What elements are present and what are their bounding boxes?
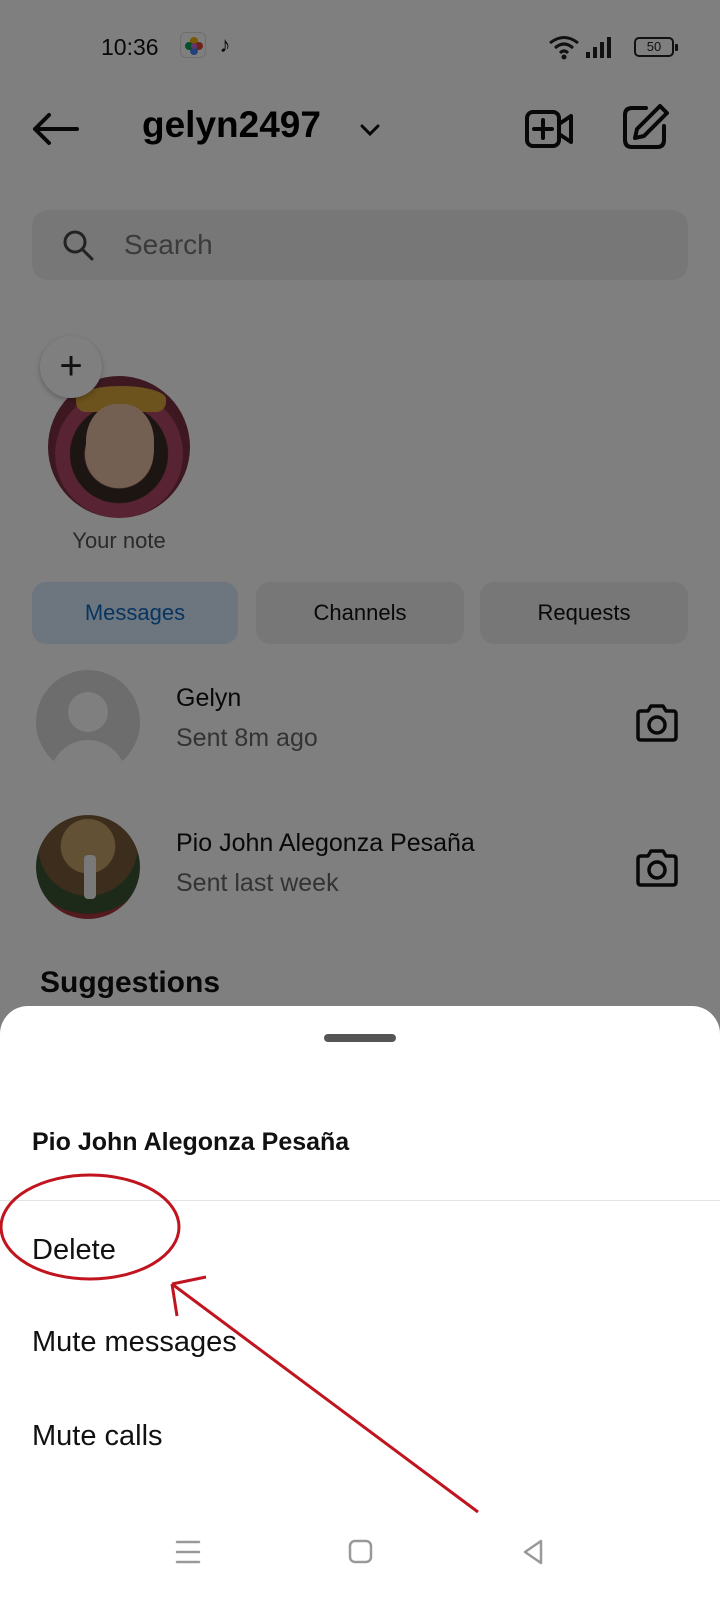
delete-option[interactable]: Delete (32, 1234, 116, 1267)
menu-icon[interactable] (164, 1528, 212, 1576)
drag-handle[interactable] (324, 1034, 396, 1042)
home-square-icon[interactable] (336, 1528, 384, 1576)
back-triangle-icon[interactable] (510, 1528, 558, 1576)
system-nav-bar (0, 1520, 720, 1592)
sheet-title: Pio John Alegonza Pesaña (32, 1128, 350, 1156)
options-bottom-sheet: Pio John Alegonza Pesaña Delete Mute mes… (0, 1006, 720, 1600)
mute-calls-option[interactable]: Mute calls (32, 1420, 163, 1453)
divider (0, 1200, 720, 1201)
mute-messages-option[interactable]: Mute messages (32, 1326, 237, 1359)
